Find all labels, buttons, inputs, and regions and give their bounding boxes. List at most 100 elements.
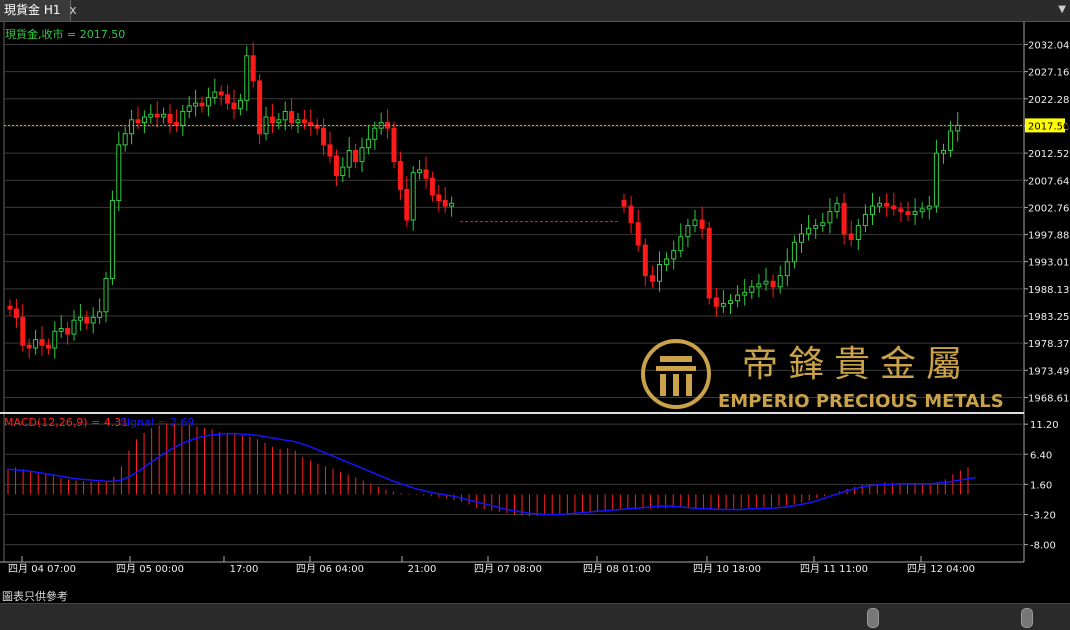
price-tick-label: 1988.13 <box>1028 285 1069 296</box>
candle-body <box>628 205 634 224</box>
candle-body <box>410 172 416 221</box>
candle-body <box>728 300 733 304</box>
candle-body <box>359 147 365 163</box>
candle-body <box>225 94 231 104</box>
logo-emblem <box>660 356 692 362</box>
logo-emblem <box>673 374 679 396</box>
emperio-logo: 帝鋒貴金屬 EMPERIO PRECIOUS METALS <box>641 339 1004 412</box>
scroll-handle-right[interactable] <box>1021 608 1033 628</box>
candle-body <box>161 113 167 118</box>
candle-body <box>321 127 327 146</box>
candle-body <box>39 339 45 346</box>
candle-body <box>685 225 691 238</box>
candle-body <box>295 119 301 124</box>
candle-body <box>806 227 812 235</box>
candle-body <box>926 205 932 210</box>
candle-body <box>13 308 19 318</box>
price-tick-label: 1983.25 <box>1028 312 1069 323</box>
candle-body <box>784 261 790 277</box>
candle-body <box>129 119 135 135</box>
candle-body <box>429 177 435 196</box>
candle-body <box>77 316 83 321</box>
candle-body <box>167 113 173 124</box>
candle-body <box>941 149 946 154</box>
candle-body <box>436 194 442 202</box>
price-legend: 現貨金,收市 = 2017.50 <box>5 27 125 41</box>
dropdown-menu-icon[interactable]: ▼ <box>1058 4 1066 16</box>
macd-tick-label: 11.20 <box>1030 420 1059 431</box>
scroll-handle-left[interactable] <box>867 608 879 628</box>
candle-body <box>763 280 769 285</box>
candle-body <box>720 302 726 307</box>
candle-body <box>442 200 448 207</box>
candle-body <box>692 219 698 227</box>
price-tick-label: 1997.88 <box>1028 231 1069 242</box>
chart-tab-label: 現貨金 H1 <box>4 3 61 17</box>
time-tick-label: 四月 10 18:00 <box>693 563 761 575</box>
candle-body <box>870 205 875 215</box>
logo-chinese-name: 帝鋒貴金屬 <box>742 344 972 385</box>
candle-body <box>642 244 648 277</box>
candle-body <box>397 161 403 190</box>
chart-background <box>0 22 1070 602</box>
price-chart[interactable]: 2032.042027.162022.282017.402012.522007.… <box>0 22 1070 602</box>
macd-tick-label: -8.00 <box>1030 541 1056 552</box>
candle-body <box>756 283 762 288</box>
logo-english-name: EMPERIO PRECIOUS METALS <box>718 391 1004 412</box>
candle-body <box>237 99 243 110</box>
close-icon[interactable]: x <box>66 3 80 17</box>
candle-body <box>671 250 677 260</box>
candle-body <box>621 200 627 207</box>
candle-body <box>26 344 32 349</box>
candle-body <box>799 233 804 243</box>
candle-body <box>735 294 741 302</box>
candle-body <box>269 116 275 124</box>
candle-body <box>244 55 250 101</box>
price-tick-label: 2007.64 <box>1028 176 1069 187</box>
time-tick-label: 四月 06 04:00 <box>296 563 364 575</box>
candle-body <box>71 319 77 335</box>
candle-body <box>135 119 141 124</box>
chart-tab[interactable]: 現貨金 H1 <box>0 0 72 21</box>
candle-body <box>90 316 96 324</box>
candle-body <box>372 127 378 140</box>
candle-body <box>116 144 122 202</box>
candle-body <box>713 297 719 307</box>
logo-emblem <box>656 366 696 371</box>
candle-body <box>848 233 854 240</box>
price-tick-label: 2032.04 <box>1028 40 1069 51</box>
candle-body <box>154 113 160 118</box>
time-tick-label: 四月 12 04:00 <box>907 563 975 575</box>
candle-body <box>791 241 797 263</box>
candle-body <box>417 169 423 174</box>
candle-body <box>635 222 641 246</box>
horizontal-scrollbar[interactable] <box>0 603 1070 630</box>
candle-body <box>813 225 819 229</box>
candle-body <box>649 275 655 282</box>
time-tick-label: 四月 04 07:00 <box>8 563 76 575</box>
logo-emblem <box>660 374 666 396</box>
candle-body <box>905 211 911 215</box>
time-tick-label: 四月 07 08:00 <box>474 563 542 575</box>
candle-body <box>205 97 211 107</box>
logo-emblem <box>686 374 692 396</box>
candle-body <box>884 202 890 207</box>
candle-body <box>218 91 224 96</box>
candle-body <box>749 286 755 293</box>
candle-body <box>948 130 954 151</box>
candle-body <box>97 311 103 318</box>
candle-body <box>742 291 748 296</box>
candle-body <box>777 275 783 288</box>
time-tick-label: 21:00 <box>408 564 437 575</box>
candle-body <box>199 102 205 107</box>
candle-body <box>33 339 39 349</box>
candle-body <box>45 344 51 349</box>
candle-body <box>7 305 13 310</box>
price-tick-label: 1968.61 <box>1028 393 1069 404</box>
candle-body <box>122 133 128 146</box>
price-tick-label: 1978.37 <box>1028 339 1069 350</box>
candle-body <box>103 277 109 313</box>
candle-body <box>933 152 939 207</box>
candle-body <box>664 258 670 266</box>
price-tick-label: 2027.16 <box>1028 68 1069 79</box>
